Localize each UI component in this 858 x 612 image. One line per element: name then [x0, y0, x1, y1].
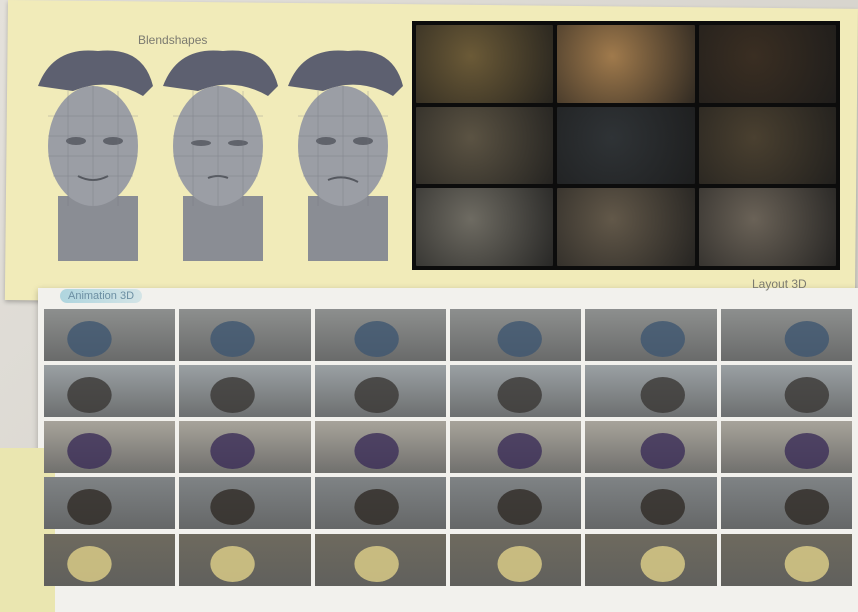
strip-face-expressions-frame	[449, 365, 582, 417]
strip-toothbrush	[44, 309, 852, 361]
layout-cell-attic-interior	[698, 188, 836, 266]
strip-toothbrush-subject	[354, 321, 399, 357]
strip-face-expressions-subject	[67, 377, 112, 413]
strip-thinking-pose-frame	[314, 477, 446, 529]
strip-toothbrush-subject	[784, 321, 829, 357]
strip-thinking-pose-subject	[784, 489, 829, 525]
strip-face-expressions-frame	[585, 365, 717, 417]
strip-thinking-pose-frame	[585, 477, 717, 529]
strip-hands-with-cup-subject	[784, 433, 829, 469]
strip-reading-book-frame	[314, 534, 446, 586]
strip-toothbrush-subject	[67, 321, 112, 357]
layout-cell-figure-in-attic	[416, 106, 554, 185]
strip-reading-book-subject	[67, 546, 112, 582]
strip-reading-book	[44, 534, 852, 586]
strip-thinking-pose-subject	[210, 489, 256, 525]
strip-thinking-pose-frame	[449, 477, 582, 529]
strip-hands-with-cup-subject	[354, 433, 399, 469]
layout-cell-kitchen-at-night	[557, 106, 695, 185]
strip-hands-with-cup-subject	[640, 433, 686, 469]
strip-hands-with-cup-frame	[720, 421, 852, 473]
strip-reading-book-frame	[720, 534, 852, 586]
animation-3d-title: Animation 3D	[60, 289, 143, 303]
layout-3d-title: Layout 3D	[752, 277, 807, 291]
strip-face-expressions-subject	[640, 377, 686, 413]
strip-toothbrush-subject	[210, 321, 256, 357]
strip-hands-with-cup	[44, 421, 852, 473]
strip-toothbrush-frame	[44, 309, 176, 361]
strip-face-expressions-subject	[210, 377, 256, 413]
strip-hands-with-cup-frame	[585, 421, 717, 473]
strip-thinking-pose-frame	[44, 477, 176, 529]
strip-reading-book-subject	[497, 546, 542, 582]
strip-thinking-pose-subject	[640, 489, 686, 525]
layout-cell-lamp-lit-room	[698, 106, 836, 185]
strip-face-expressions-frame	[179, 365, 311, 417]
strip-reading-book-subject	[210, 546, 256, 582]
layout-cell-bright-window-plant	[416, 188, 554, 266]
strip-toothbrush-frame	[179, 309, 311, 361]
strip-toothbrush-frame	[720, 309, 852, 361]
strip-thinking-pose-frame	[179, 477, 311, 529]
blendshapes-title: Blendshapes	[138, 33, 208, 47]
strip-face-expressions-subject	[354, 377, 399, 413]
strip-hands-with-cup-frame	[449, 421, 582, 473]
strip-reading-book-frame	[179, 534, 311, 586]
layout-cell-figure-in-kitchen	[557, 188, 695, 266]
strip-toothbrush-frame	[585, 309, 717, 361]
strip-hands-with-cup-frame	[44, 421, 176, 473]
strip-hands-with-cup-frame	[314, 421, 446, 473]
layout-3d-grid	[412, 21, 840, 270]
blendshape-head-2	[153, 46, 283, 261]
strip-thinking-pose	[44, 477, 852, 529]
strip-toothbrush-frame	[449, 309, 582, 361]
layout-cell-hand-with-cup	[557, 25, 695, 103]
strip-face-expressions-frame	[314, 365, 446, 417]
strip-face-expressions-subject	[497, 377, 542, 413]
strip-hands-with-cup-frame	[179, 421, 311, 473]
strip-face-expressions-frame	[720, 365, 852, 417]
strip-hands-with-cup-subject	[497, 433, 542, 469]
strip-face-expressions	[44, 365, 852, 417]
blendshape-head-3	[278, 46, 408, 261]
strip-hands-with-cup-subject	[67, 433, 112, 469]
strip-thinking-pose-subject	[497, 489, 542, 525]
strip-reading-book-frame	[449, 534, 582, 586]
layout-cell-dark-kitchen-corner	[698, 25, 836, 103]
strip-reading-book-frame	[44, 534, 176, 586]
strip-face-expressions-frame	[44, 365, 176, 417]
strip-reading-book-subject	[784, 546, 829, 582]
layout-cell-plants-on-windowsill	[416, 25, 554, 103]
strip-thinking-pose-subject	[67, 489, 112, 525]
strip-thinking-pose-subject	[354, 489, 399, 525]
strip-reading-book-frame	[585, 534, 717, 586]
strip-thinking-pose-frame	[720, 477, 852, 529]
strip-toothbrush-subject	[497, 321, 542, 357]
strip-hands-with-cup-subject	[210, 433, 256, 469]
strip-face-expressions-subject	[784, 377, 829, 413]
strip-reading-book-subject	[354, 546, 399, 582]
blendshape-head-1	[28, 46, 158, 261]
strip-toothbrush-frame	[314, 309, 446, 361]
strip-toothbrush-subject	[640, 321, 686, 357]
strip-reading-book-subject	[640, 546, 686, 582]
